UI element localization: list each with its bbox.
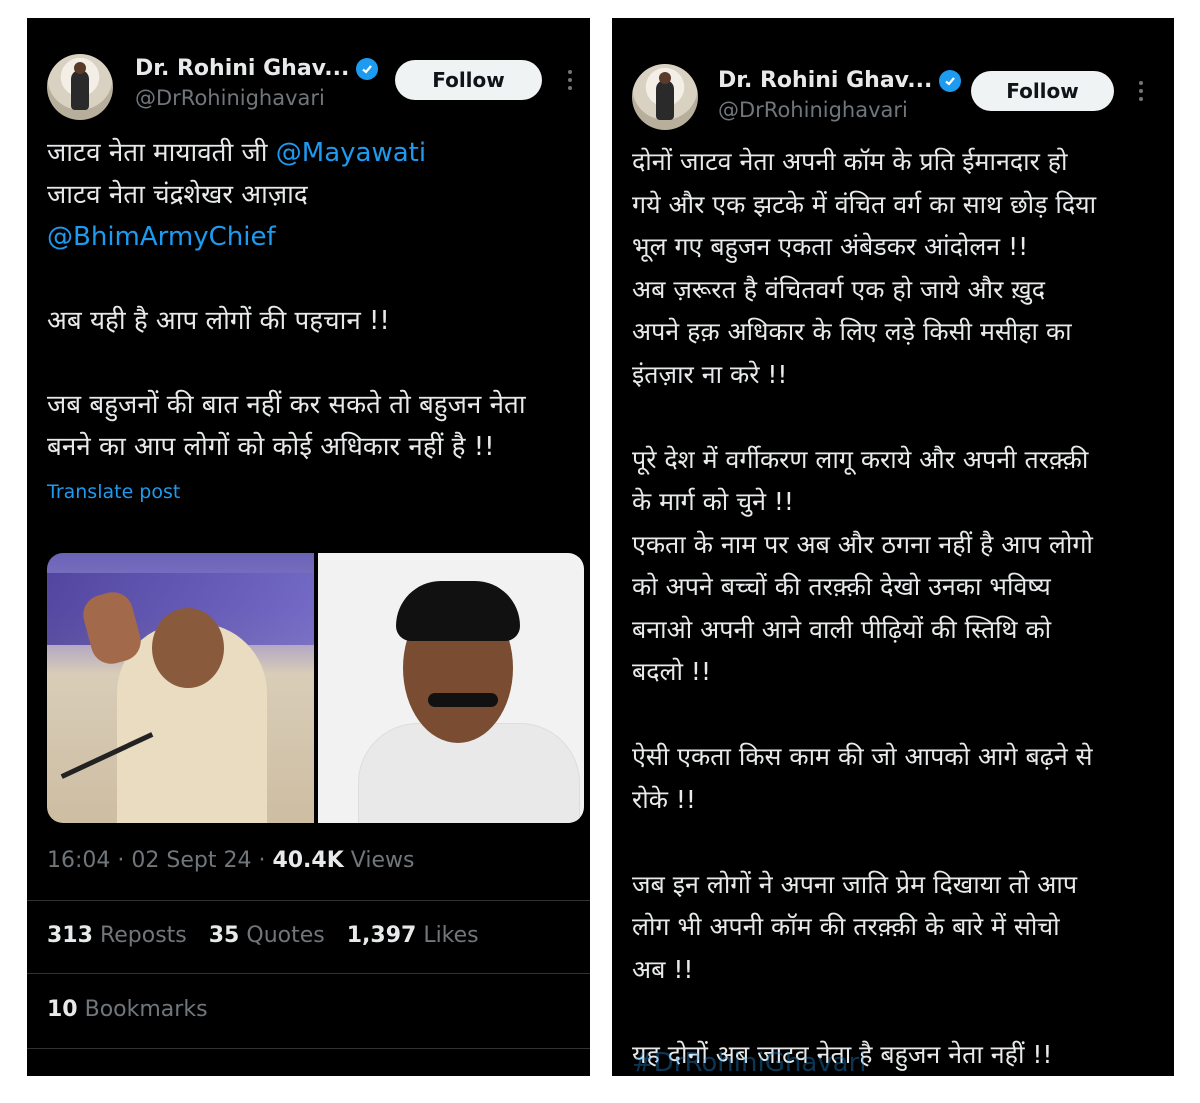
- translate-post-link[interactable]: Translate post: [47, 481, 180, 503]
- quotes-stat[interactable]: 35 Quotes: [209, 923, 325, 948]
- photo-chandrashekhar[interactable]: [317, 553, 584, 823]
- bookmarks-stat[interactable]: 10 Bookmarks: [47, 997, 208, 1022]
- views-label: Views: [343, 848, 415, 873]
- author-name-row[interactable]: Dr. Rohini Ghav...: [135, 56, 379, 81]
- tweet-paragraph-3: जब बहुजनों की बात नहीं कर सकते तो बहुजन …: [47, 390, 526, 462]
- tweet-line-2: जाटव नेता चंद्रशेखर आज़ाद: [47, 180, 308, 210]
- author-handle[interactable]: @DrRohinighavari: [135, 86, 325, 110]
- tweet-text: दोनों जाटव नेता अपनी कॉम के प्रति ईमानदा…: [632, 147, 1097, 1069]
- engagement-stats: 313 Reposts 35 Quotes 1,397 Likes: [47, 923, 479, 948]
- author-handle[interactable]: @DrRohinighavari: [718, 98, 908, 122]
- divider: [27, 1048, 590, 1049]
- mention-link-bhimarmychief[interactable]: @BhimArmyChief: [47, 222, 276, 252]
- follow-button[interactable]: Follow: [971, 71, 1114, 111]
- bookmarks-row: 10 Bookmarks: [47, 997, 208, 1022]
- author-name[interactable]: Dr. Rohini Ghav...: [135, 56, 349, 81]
- tweet-line-1: जाटव नेता मायावती जी: [47, 138, 276, 168]
- tweet-meta: 16:04 · 02 Sept 24 · 40.4K Views: [47, 848, 414, 873]
- verified-badge-icon: [356, 57, 379, 80]
- faded-hashtag[interactable]: #DrRohiniGhavari: [632, 1048, 867, 1076]
- tweet-media[interactable]: [47, 553, 584, 823]
- follow-button[interactable]: Follow: [395, 60, 542, 100]
- author-avatar[interactable]: [47, 54, 113, 120]
- photo-mayawati[interactable]: [47, 553, 314, 823]
- tweet-text: जाटव नेता मायावती जी @Mayawati जाटव नेता…: [47, 132, 577, 468]
- likes-stat[interactable]: 1,397 Likes: [347, 923, 479, 948]
- mention-link-mayawati[interactable]: @Mayawati: [276, 138, 426, 168]
- author-name-row[interactable]: Dr. Rohini Ghav...: [718, 68, 962, 93]
- views-count: 40.4K: [272, 848, 344, 873]
- left-tweet-screenshot: Dr. Rohini Ghav... @DrRohinighavari Foll…: [27, 18, 590, 1076]
- verified-badge-icon: [939, 69, 962, 92]
- right-tweet-screenshot: Dr. Rohini Ghav... @DrRohinighavari Foll…: [612, 18, 1174, 1076]
- author-avatar[interactable]: [632, 64, 698, 130]
- more-options-icon[interactable]: [567, 70, 573, 90]
- tweet-paragraph-2: अब यही है आप लोगों की पहचान !!: [47, 306, 390, 336]
- tweet-timestamp[interactable]: 16:04 · 02 Sept 24 ·: [47, 848, 272, 873]
- divider: [27, 900, 590, 901]
- more-options-icon[interactable]: [1138, 81, 1144, 101]
- divider: [27, 973, 590, 974]
- author-name[interactable]: Dr. Rohini Ghav...: [718, 68, 932, 93]
- reposts-stat[interactable]: 313 Reposts: [47, 923, 187, 948]
